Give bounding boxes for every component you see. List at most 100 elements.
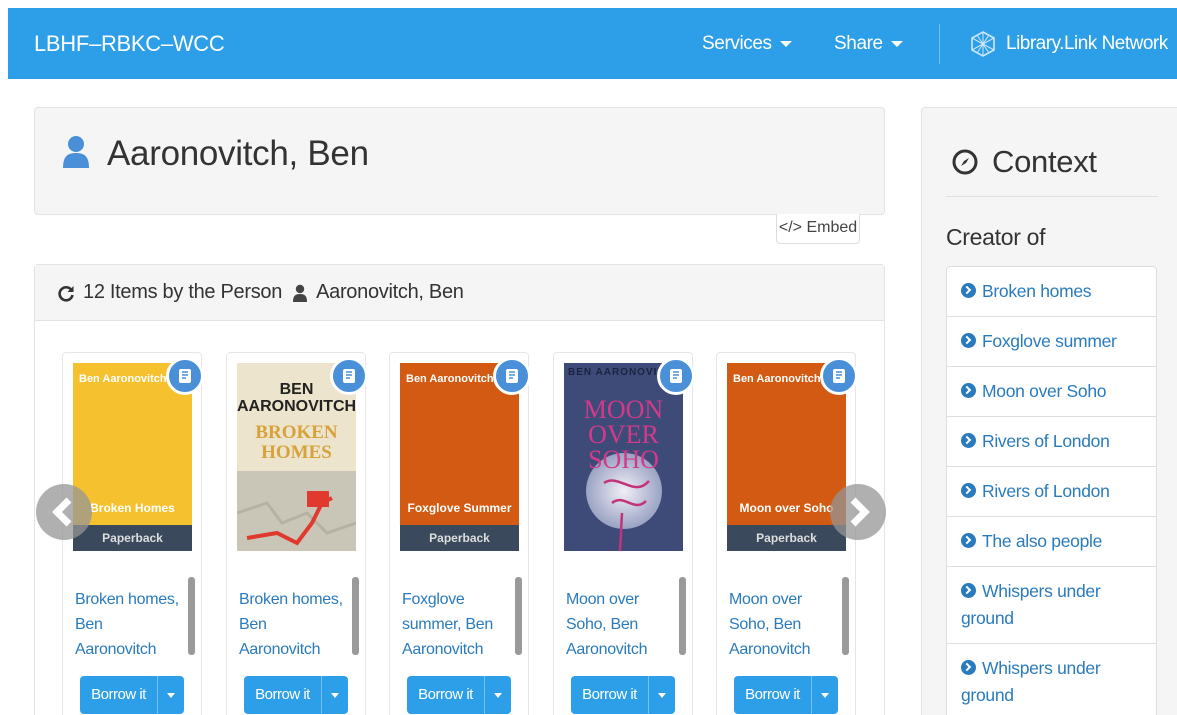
caret-down-icon[interactable]: [158, 692, 184, 698]
chevron-circle-right-icon: [961, 583, 976, 598]
creator-of-list: Broken homes Foxglove summer Moon over S…: [946, 266, 1157, 715]
context-link[interactable]: The also people: [947, 517, 1156, 567]
book-card[interactable]: Ben Aaronovitch Moon over Soho Paperback…: [716, 352, 858, 715]
borrow-button[interactable]: Borrow it: [734, 676, 838, 714]
book-title-link[interactable]: Broken homes, Ben Aaronovitch: [75, 587, 185, 662]
context-link[interactable]: Foxglove summer: [947, 317, 1156, 367]
book-icon: [657, 357, 695, 395]
services-menu[interactable]: Services: [702, 8, 792, 79]
borrow-label: Borrow it: [80, 676, 158, 714]
caret-down-icon[interactable]: [485, 692, 511, 698]
chevron-right-icon: [850, 497, 870, 527]
context-link-label: Broken homes: [982, 281, 1092, 301]
context-link[interactable]: Broken homes: [947, 267, 1156, 317]
book-title-link[interactable]: Moon over Soho, Ben Aaronovitch: [729, 587, 839, 662]
items-count-label: 12 Items by the Person: [83, 281, 283, 303]
caret-down-icon[interactable]: [812, 692, 838, 698]
carousel-prev-button[interactable]: [36, 484, 92, 540]
top-navbar: LBHF–RBKC–WCC Services Share Library.Lin…: [8, 8, 1177, 79]
items-person-label: Aaronovitch, Ben: [316, 281, 464, 303]
borrow-button[interactable]: Borrow it: [244, 676, 348, 714]
scrollbar[interactable]: [842, 577, 849, 655]
book-title-link[interactable]: Broken homes, Ben Aaronovitch: [239, 587, 349, 662]
brand-link[interactable]: LBHF–RBKC–WCC: [34, 8, 225, 79]
cover-title: Foxglove Summer: [407, 501, 512, 515]
borrow-label: Borrow it: [407, 676, 485, 714]
caret-down-icon: [779, 40, 792, 47]
borrow-label: Borrow it: [244, 676, 322, 714]
scrollbar[interactable]: [679, 577, 686, 655]
cover-title: Moon over Soho: [739, 501, 834, 515]
chevron-circle-right-icon: [961, 483, 976, 498]
cover-title: MOON OVER SOHO: [583, 395, 664, 474]
caret-down-icon[interactable]: [322, 692, 348, 698]
context-link-label: Rivers of London: [982, 481, 1110, 501]
person-icon: [63, 136, 89, 168]
context-link-label: Foxglove summer: [982, 331, 1117, 351]
book-card[interactable]: BEN AARONOVITCH MOON OVER SOHO Moon over…: [553, 352, 695, 715]
book-icon: [493, 357, 531, 395]
context-link-label: Whispers under ground: [961, 658, 1101, 705]
borrow-button[interactable]: Borrow it: [407, 676, 511, 714]
borrow-button[interactable]: Borrow it: [571, 676, 675, 714]
format-label: Paperback: [73, 525, 192, 551]
format-label: Paperback: [400, 525, 519, 551]
cover-title: BROKEN HOMES: [255, 422, 338, 463]
context-link-label: Whispers under ground: [961, 581, 1101, 628]
refresh-icon: [58, 285, 74, 302]
context-link[interactable]: Rivers of London: [947, 417, 1156, 467]
context-link[interactable]: Moon over Soho: [947, 367, 1156, 417]
person-title-panel: Aaronovitch, Ben: [34, 107, 885, 215]
cover-author: Ben Aaronovitch: [733, 373, 821, 385]
context-link[interactable]: Whispers under ground: [947, 644, 1156, 715]
creator-of-heading: Creator of: [946, 224, 1046, 250]
context-sidebar: Context Creator of Broken homes Foxglove…: [921, 107, 1177, 715]
network-globe-icon: [971, 30, 995, 57]
divider: [946, 196, 1158, 197]
library-link-network-link[interactable]: Library.Link Network: [970, 8, 1168, 79]
scrollbar[interactable]: [515, 577, 522, 655]
person-icon: [293, 284, 308, 302]
book-card[interactable]: BEN AARONOVITCH BROKEN HOMES Broken home…: [226, 352, 368, 715]
share-menu[interactable]: Share: [834, 8, 903, 79]
scrollbar[interactable]: [352, 577, 359, 655]
context-link[interactable]: Rivers of London: [947, 467, 1156, 517]
caret-down-icon[interactable]: [649, 692, 675, 698]
page-title: Aaronovitch, Ben: [107, 134, 369, 173]
chevron-circle-right-icon: [961, 433, 976, 448]
context-link[interactable]: Whispers under ground: [947, 567, 1156, 644]
book-title-link[interactable]: Foxglove summer, Ben Aaronovitch: [402, 587, 512, 662]
chevron-circle-right-icon: [961, 383, 976, 398]
book-icon: [820, 357, 858, 395]
book-icon: [330, 357, 368, 395]
chevron-circle-right-icon: [961, 283, 976, 298]
items-heading: 12 Items by the Person Aaronovitch, Ben: [35, 265, 884, 321]
services-label: Services: [702, 33, 772, 54]
book-card[interactable]: Ben Aaronovitch Broken Homes Paperback B…: [62, 352, 204, 715]
book-card[interactable]: Ben Aaronovitch Foxglove Summer Paperbac…: [389, 352, 531, 715]
compass-icon: [952, 149, 978, 175]
context-link-label: The also people: [982, 531, 1103, 551]
cover-author: Ben Aaronovitch: [79, 373, 167, 385]
context-title: Context: [992, 144, 1097, 179]
carousel-next-button[interactable]: [830, 484, 886, 540]
cover-author: Ben Aaronovitch: [406, 373, 494, 385]
chevron-circle-right-icon: [961, 533, 976, 548]
borrow-button[interactable]: Borrow it: [80, 676, 184, 714]
book-title-link[interactable]: Moon over Soho, Ben Aaronovitch: [566, 587, 676, 662]
format-label: Paperback: [727, 525, 846, 551]
nav-divider: [939, 24, 940, 64]
borrow-label: Borrow it: [734, 676, 812, 714]
context-link-label: Moon over Soho: [982, 381, 1107, 401]
borrow-label: Borrow it: [571, 676, 649, 714]
chevron-left-icon: [52, 497, 72, 527]
chevron-circle-right-icon: [961, 333, 976, 348]
embed-button[interactable]: </> Embed: [776, 214, 860, 244]
context-heading: Context: [952, 144, 1097, 180]
network-label: Library.Link Network: [1006, 33, 1168, 54]
chevron-circle-right-icon: [961, 660, 976, 675]
caret-down-icon: [890, 40, 903, 47]
context-link-label: Rivers of London: [982, 431, 1110, 451]
scrollbar[interactable]: [188, 577, 195, 655]
book-icon: [166, 357, 204, 395]
